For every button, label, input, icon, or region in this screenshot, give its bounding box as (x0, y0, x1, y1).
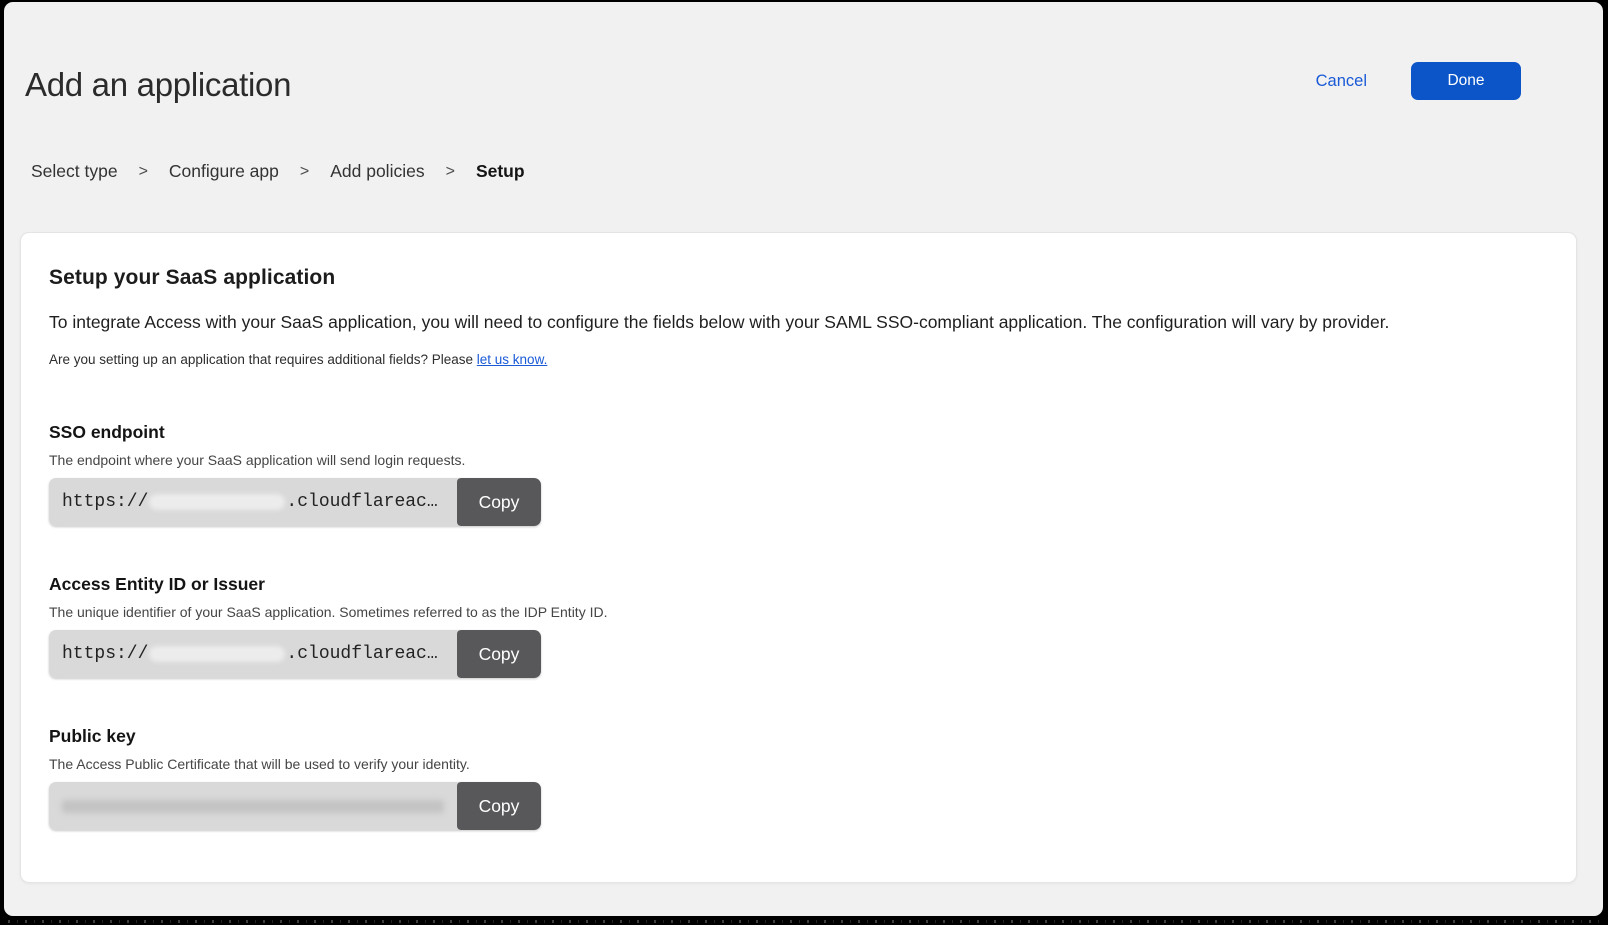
header-actions: Cancel Done (1316, 62, 1521, 100)
card-note-text: Are you setting up an application that r… (49, 352, 477, 367)
breadcrumb-step-select-type[interactable]: Select type (31, 161, 118, 182)
copy-button[interactable]: Copy (457, 630, 541, 678)
bottom-clipped-content-strip (8, 920, 1600, 923)
field-label: SSO endpoint (49, 422, 1546, 443)
field-access-entity-id: Access Entity ID or Issuer The unique id… (49, 574, 1546, 678)
redacted-value-blur (149, 646, 285, 662)
value-prefix: https:// (62, 492, 148, 512)
breadcrumb-step-setup: Setup (476, 161, 525, 182)
cancel-button[interactable]: Cancel (1316, 72, 1367, 91)
field-description: The Access Public Certificate that will … (49, 756, 1546, 772)
redacted-value-blur (149, 494, 285, 510)
card-intro-text: To integrate Access with your SaaS appli… (49, 312, 1546, 333)
breadcrumb: Select type > Configure app > Add polici… (31, 161, 1583, 182)
field-public-key: Public key The Access Public Certificate… (49, 726, 1546, 830)
breadcrumb-step-configure-app[interactable]: Configure app (169, 161, 279, 182)
setup-card: Setup your SaaS application To integrate… (20, 232, 1577, 883)
value-suffix: .cloudflareac… (286, 492, 437, 512)
field-sso-endpoint: SSO endpoint The endpoint where your Saa… (49, 422, 1546, 526)
chevron-separator-icon: > (300, 163, 309, 181)
field-value-row: Copy (49, 782, 541, 830)
field-value-row: https:// .cloudflareac… Copy (49, 478, 541, 526)
field-description: The unique identifier of your SaaS appli… (49, 604, 1546, 620)
breadcrumb-step-add-policies[interactable]: Add policies (330, 161, 424, 182)
field-description: The endpoint where your SaaS application… (49, 452, 1546, 468)
chevron-separator-icon: > (139, 163, 148, 181)
add-application-page: Add an application Cancel Done Select ty… (4, 2, 1603, 916)
card-note: Are you setting up an application that r… (49, 352, 1546, 367)
redacted-value-blur (62, 800, 444, 813)
card-heading: Setup your SaaS application (49, 266, 1546, 290)
field-label: Access Entity ID or Issuer (49, 574, 1546, 595)
value-suffix: .cloudflareac… (286, 644, 437, 664)
field-value-row: https:// .cloudflareac… Copy (49, 630, 541, 678)
copy-button[interactable]: Copy (457, 478, 541, 526)
screenshot-frame: Add an application Cancel Done Select ty… (0, 0, 1608, 925)
field-label: Public key (49, 726, 1546, 747)
sso-endpoint-value: https:// .cloudflareac… (49, 478, 459, 526)
public-key-value (49, 782, 459, 830)
copy-button[interactable]: Copy (457, 782, 541, 830)
let-us-know-link[interactable]: let us know. (477, 352, 548, 367)
page-header: Add an application Cancel Done (4, 2, 1603, 104)
value-prefix: https:// (62, 644, 148, 664)
access-entity-id-value: https:// .cloudflareac… (49, 630, 459, 678)
chevron-separator-icon: > (446, 163, 455, 181)
done-button[interactable]: Done (1411, 62, 1521, 100)
